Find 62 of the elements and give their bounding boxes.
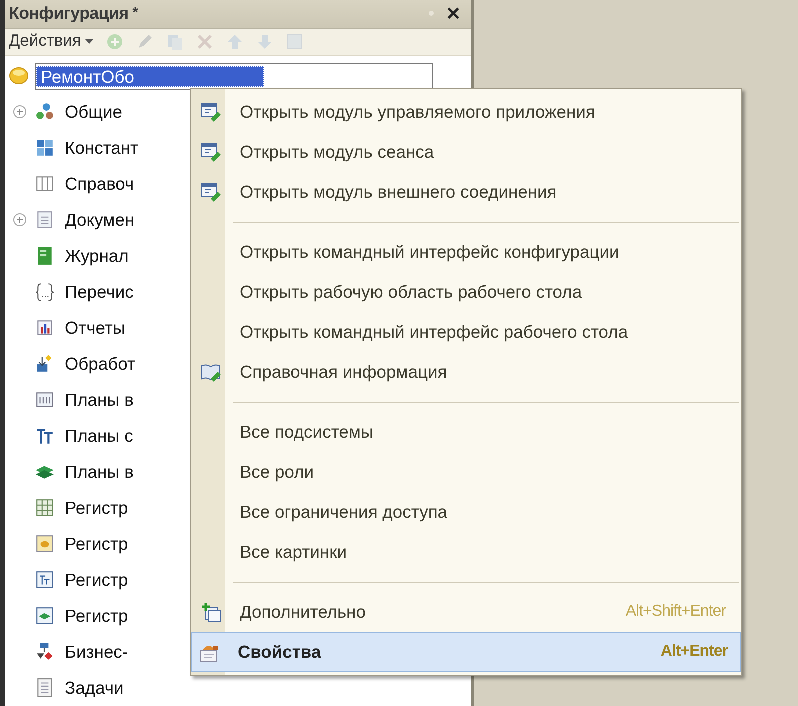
tasks-icon (35, 678, 55, 698)
book-icon (200, 362, 222, 382)
actions-menu-button[interactable]: Действия (9, 32, 94, 52)
accum-reg-icon (35, 534, 55, 554)
name-field[interactable]: РемонтОбо (35, 62, 433, 90)
tree-item[interactable]: Справоч (65, 174, 134, 194)
reports-icon (35, 318, 55, 338)
tree-item[interactable]: Обработ (65, 354, 136, 374)
module-icon (200, 182, 222, 202)
menu-item[interactable]: Открыть командный интерфейс конфигурации (193, 232, 739, 272)
tree-item[interactable]: Задачи (65, 678, 124, 698)
tree-item[interactable]: Планы с (65, 426, 134, 446)
panel-title: Конфигурация (9, 4, 129, 24)
enums-icon (35, 282, 55, 302)
menu-item[interactable]: Открыть командный интерфейс рабочего стола (193, 312, 739, 352)
info-reg-icon (35, 498, 55, 518)
modified-mark: * (132, 4, 138, 20)
root-icon (9, 66, 29, 86)
tree-item[interactable]: Регистр (65, 534, 128, 554)
menu-item[interactable]: Справочная информация (193, 352, 739, 392)
common-icon (35, 102, 55, 122)
menu-item[interactable]: Дополнительно Alt+Shift+Enter (193, 592, 739, 632)
module-icon (200, 142, 222, 162)
tree-item[interactable]: Планы в (65, 462, 134, 482)
expand-icon[interactable] (13, 213, 27, 227)
tree-item[interactable]: Регистр (65, 606, 128, 626)
menu-item[interactable]: Все ограничения доступа (193, 492, 739, 532)
calc-reg-icon (35, 606, 55, 626)
tree-item[interactable]: Регистр (65, 570, 128, 590)
close-icon[interactable]: ✕ (446, 2, 461, 25)
documents-icon (35, 210, 55, 230)
menu-item[interactable]: Открыть модуль внешнего соединения (193, 172, 739, 212)
menu-item[interactable]: Открыть модуль сеанса (193, 132, 739, 172)
tree-item[interactable]: Констант (65, 138, 139, 158)
tree-item[interactable]: Журнал (65, 246, 129, 266)
shortcut-text: Alt+Enter (660, 643, 730, 661)
menu-item[interactable]: Открыть модуль управляемого приложения (193, 92, 739, 132)
business-icon (35, 642, 55, 662)
chart-types-icon (35, 390, 55, 410)
processing-icon (35, 354, 55, 374)
catalogs-icon (35, 174, 55, 194)
tree-item[interactable]: Отчеты (65, 318, 126, 338)
tree-item[interactable]: Докумен (65, 210, 135, 230)
menu-item[interactable]: Все роли (193, 452, 739, 492)
menu-item[interactable]: Свойства Alt+Enter (191, 632, 741, 672)
journals-icon (35, 246, 55, 266)
tree-item[interactable]: Бизнес- (65, 642, 128, 662)
acct-reg-icon (35, 570, 55, 590)
accounts-icon (35, 426, 55, 446)
caret-icon (85, 39, 94, 44)
tree-item[interactable]: Регистр (65, 498, 128, 518)
tree-item[interactable]: Планы в (65, 390, 134, 410)
expand-icon[interactable] (13, 105, 27, 119)
module-icon (200, 102, 222, 122)
menu-item[interactable]: Все картинки (193, 532, 739, 572)
menu-item[interactable]: Открыть рабочую область рабочего стола (193, 272, 739, 312)
shortcut-text: Alt+Shift+Enter (626, 603, 728, 621)
menu-item[interactable]: Все подсистемы (193, 412, 739, 452)
windows-plus-icon (200, 602, 222, 622)
tree-item[interactable]: Общие (65, 102, 123, 122)
tree-item[interactable]: Перечис (65, 282, 134, 302)
constants-icon (35, 138, 55, 158)
